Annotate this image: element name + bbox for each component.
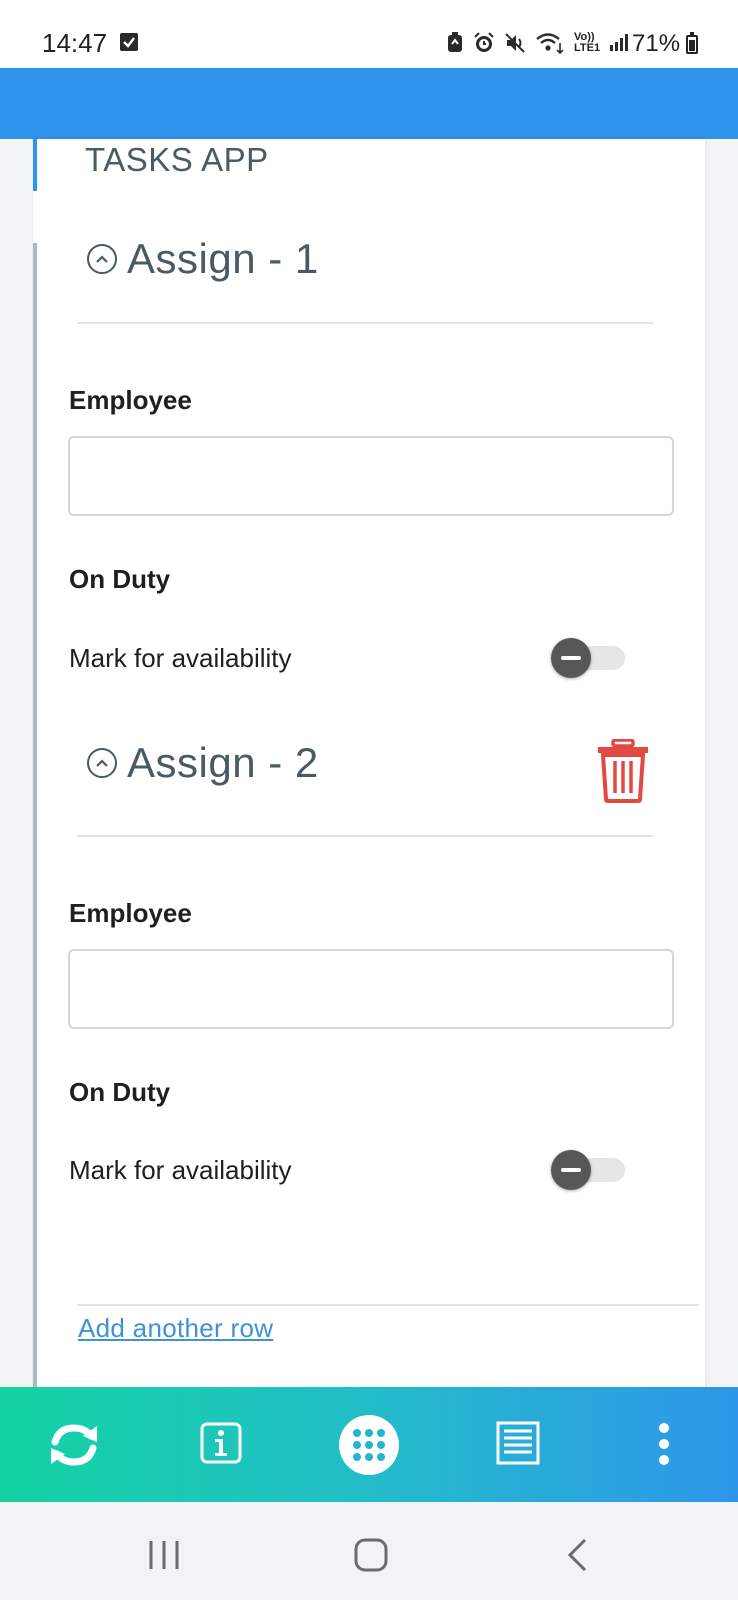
divider [77, 1304, 699, 1306]
toggle-knob-minus-icon [551, 638, 591, 678]
battery-saver-icon [448, 32, 462, 52]
home-icon[interactable] [354, 1538, 388, 1572]
assign-1-header[interactable]: Assign - 1 [87, 235, 319, 283]
status-time: 14:47 [42, 28, 108, 58]
sync-icon[interactable] [44, 1417, 104, 1473]
form-card: TASKS APP Assign - 1 Employee On Duty Ma… [33, 139, 705, 1387]
grid-menu-icon[interactable] [339, 1415, 399, 1475]
volte-label: Vo)) LTE1 [574, 32, 600, 54]
system-nav-bar [0, 1502, 738, 1600]
list-icon[interactable] [496, 1421, 540, 1465]
battery-icon [686, 32, 698, 54]
divider [77, 322, 653, 324]
bottom-toolbar [0, 1387, 738, 1502]
availability-label: Mark for availability [69, 643, 292, 673]
toggle-knob-minus-icon [551, 1150, 591, 1190]
info-icon[interactable] [200, 1421, 242, 1465]
battery-percent: 71% [632, 30, 681, 57]
employee-input[interactable] [68, 436, 674, 516]
assign-1-title: Assign - 1 [127, 235, 319, 282]
assign-2-title: Assign - 2 [127, 739, 319, 786]
recent-apps-icon[interactable] [148, 1540, 180, 1570]
status-bar: 14:47 Vo)) LTE1 71% [0, 0, 738, 68]
assign-2-header[interactable]: Assign - 2 [87, 739, 319, 787]
app-header-bar [0, 68, 738, 139]
more-vertical-icon[interactable] [650, 1421, 678, 1467]
status-icons: Vo)) LTE1 [446, 30, 629, 56]
add-another-row-link[interactable]: Add another row [78, 1313, 273, 1344]
signal-icon [610, 34, 629, 51]
on-duty-label: On Duty [69, 1077, 171, 1107]
divider [77, 835, 653, 837]
wifi-icon [536, 33, 564, 55]
availability-label: Mark for availability [69, 1155, 292, 1185]
collapse-chevron-icon[interactable] [87, 748, 117, 778]
volte-bottom-text: LTE1 [574, 42, 601, 54]
title-accent-bar [33, 139, 37, 191]
employee-label: Employee [69, 385, 192, 415]
back-icon[interactable] [566, 1538, 588, 1572]
group-rail [33, 243, 37, 1387]
availability-toggle[interactable] [551, 638, 627, 678]
checkbox-notification-icon [120, 33, 138, 51]
trash-icon[interactable] [595, 739, 651, 803]
collapse-chevron-icon[interactable] [87, 244, 117, 274]
employee-label: Employee [69, 898, 192, 928]
mute-icon [505, 33, 525, 53]
on-duty-label: On Duty [69, 564, 171, 594]
alarm-icon [474, 32, 494, 52]
availability-toggle[interactable] [551, 1150, 627, 1190]
employee-input[interactable] [68, 949, 674, 1029]
app-title: TASKS APP [85, 141, 269, 178]
